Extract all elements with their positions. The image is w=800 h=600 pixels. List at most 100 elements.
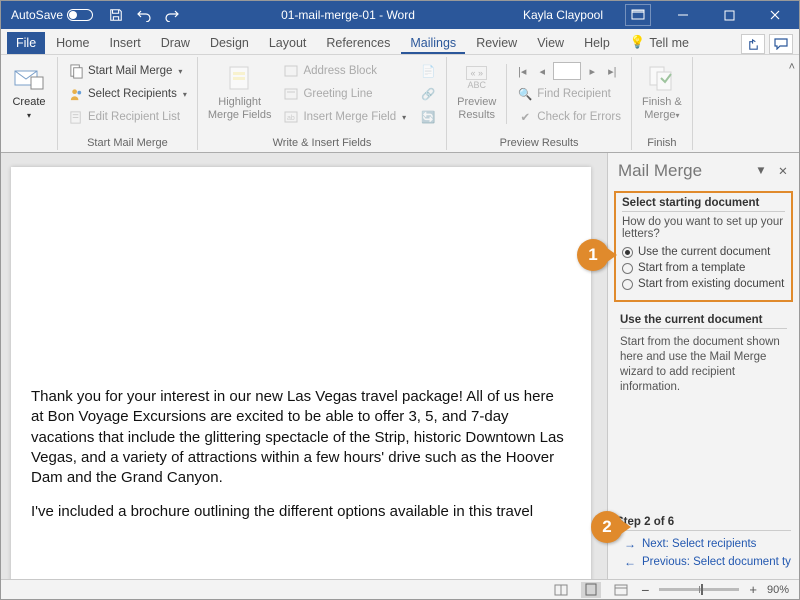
next-label: Next: Select recipients <box>642 538 756 550</box>
arrow-right-icon: → <box>624 537 636 551</box>
tab-layout[interactable]: Layout <box>260 32 316 54</box>
maximize-button[interactable] <box>709 1 749 29</box>
greeting-icon <box>283 86 299 102</box>
svg-text:ab: ab <box>287 115 295 122</box>
ribbon-display-icon[interactable] <box>625 4 651 26</box>
tellme-label: Tell me <box>649 36 689 50</box>
radio-from-existing[interactable]: Start from existing document <box>622 276 785 292</box>
tab-home[interactable]: Home <box>47 32 98 54</box>
print-layout-icon[interactable] <box>581 582 601 598</box>
nav-prev-icon[interactable]: ◂ <box>533 61 551 81</box>
tab-design[interactable]: Design <box>201 32 258 54</box>
radio-from-template[interactable]: Start from a template <box>622 260 785 276</box>
collapse-ribbon-icon[interactable]: ˄ <box>789 61 795 73</box>
comments-button[interactable] <box>769 34 793 54</box>
group-write-label: Write & Insert Fields <box>204 135 440 150</box>
pane-title: Mail Merge <box>618 161 755 181</box>
lightbulb-icon: 💡 <box>630 35 646 50</box>
select-recipients-label: Select Recipients <box>88 88 177 100</box>
abc-icon: « »ABC <box>461 62 493 94</box>
zoom-out-button[interactable]: − <box>641 582 649 598</box>
web-layout-icon[interactable] <box>611 582 631 598</box>
find-label: Find Recipient <box>537 88 611 100</box>
tab-references[interactable]: References <box>317 32 399 54</box>
group-start-mail-merge: Start Mail Merge Select Recipients Edit … <box>58 57 198 150</box>
check-errors-button[interactable]: ✔ Check for Errors <box>513 106 625 128</box>
highlight-label: Highlight Merge Fields <box>208 96 272 121</box>
group-finish-label: Finish <box>638 135 686 150</box>
save-icon[interactable] <box>105 4 127 26</box>
radio-use-current[interactable]: Use the current document <box>622 244 785 260</box>
radio-label: Start from existing document <box>638 278 784 290</box>
read-mode-icon[interactable] <box>551 582 571 598</box>
autosave-label: AutoSave <box>11 8 63 22</box>
previous-step-link[interactable]: ← Previous: Select document ty <box>616 553 791 571</box>
preview-results-button[interactable]: « »ABC Preview Results <box>453 60 500 128</box>
user-name[interactable]: Kayla Claypool <box>513 8 613 22</box>
title-bar: AutoSave 01-mail-merge-01 - Word Kayla C… <box>1 1 799 29</box>
status-bar: − + 90% <box>1 579 799 599</box>
document-viewport[interactable]: Thank you for your interest in our new L… <box>1 153 607 579</box>
radio-label: Use the current document <box>638 246 770 258</box>
create-label: Create <box>12 96 45 108</box>
match-icon: 🔗 <box>420 86 436 102</box>
autosave-toggle[interactable]: AutoSave <box>5 8 99 22</box>
toggle-off-icon <box>67 9 93 21</box>
match-fields-button[interactable]: 🔗 <box>416 83 440 105</box>
finish-merge-button[interactable]: Finish & Merge▾ <box>638 60 686 123</box>
highlight-fields-button[interactable]: Highlight Merge Fields <box>204 60 276 128</box>
record-navigator: |◂ ◂ ▸ ▸| <box>513 60 625 82</box>
document-page: Thank you for your interest in our new L… <box>11 167 591 579</box>
zoom-slider[interactable] <box>659 588 739 591</box>
rules-button[interactable]: 📄 <box>416 60 440 82</box>
document-icon <box>68 63 84 79</box>
start-mail-merge-button[interactable]: Start Mail Merge <box>64 60 191 82</box>
minimize-button[interactable] <box>663 1 703 29</box>
redo-icon[interactable] <box>161 4 183 26</box>
callout-2: 2 <box>591 511 623 543</box>
tab-draw[interactable]: Draw <box>152 32 199 54</box>
tab-tellme[interactable]: 💡 Tell me <box>621 31 698 54</box>
ribbon: Create▾ Start Mail Merge Select Recipien… <box>1 55 799 153</box>
radio-icon <box>622 263 633 274</box>
zoom-in-button[interactable]: + <box>749 582 757 597</box>
edit-list-label: Edit Recipient List <box>88 111 180 123</box>
greeting-line-button[interactable]: Greeting Line <box>279 83 410 105</box>
preview-label: Preview Results <box>457 96 496 121</box>
check-icon: ✔ <box>517 109 533 125</box>
create-button[interactable]: Create▾ <box>7 60 51 123</box>
tab-insert[interactable]: Insert <box>101 32 150 54</box>
select-recipients-button[interactable]: Select Recipients <box>64 83 191 105</box>
tab-view[interactable]: View <box>528 32 573 54</box>
tab-mailings[interactable]: Mailings <box>401 32 465 54</box>
tab-review[interactable]: Review <box>467 32 526 54</box>
close-button[interactable] <box>755 1 795 29</box>
find-recipient-button[interactable]: 🔍 Find Recipient <box>513 83 625 105</box>
address-icon <box>283 63 299 79</box>
people-icon <box>68 86 84 102</box>
zoom-level[interactable]: 90% <box>767 584 789 596</box>
share-button[interactable] <box>741 34 765 54</box>
pane-close-icon[interactable]: ✕ <box>775 164 791 178</box>
nav-first-icon[interactable]: |◂ <box>513 61 531 81</box>
update-labels-button[interactable]: 🔄 <box>416 106 440 128</box>
pane-options-icon[interactable]: ▼ <box>755 165 767 177</box>
tab-file[interactable]: File <box>7 32 45 54</box>
group-finish: Finish & Merge▾ Finish <box>632 57 693 150</box>
nav-last-icon[interactable]: ▸| <box>603 61 621 81</box>
address-block-button[interactable]: Address Block <box>279 60 410 82</box>
next-step-link[interactable]: → Next: Select recipients <box>616 535 791 553</box>
tab-help[interactable]: Help <box>575 32 619 54</box>
edit-recipient-list-button[interactable]: Edit Recipient List <box>64 106 191 128</box>
record-number-input[interactable] <box>553 62 581 80</box>
highlight-icon <box>224 62 256 94</box>
radio-label: Start from a template <box>638 262 745 274</box>
undo-icon[interactable] <box>133 4 155 26</box>
insert-merge-field-button[interactable]: ab Insert Merge Field <box>279 106 410 128</box>
radio-icon <box>622 279 633 290</box>
nav-next-icon[interactable]: ▸ <box>583 61 601 81</box>
document-title: 01-mail-merge-01 - Word <box>183 8 513 22</box>
doc-paragraph: Thank you for your interest in our new L… <box>31 387 567 488</box>
group-start-label: Start Mail Merge <box>64 135 191 150</box>
group-write-insert: Highlight Merge Fields Address Block Gre… <box>198 57 447 150</box>
